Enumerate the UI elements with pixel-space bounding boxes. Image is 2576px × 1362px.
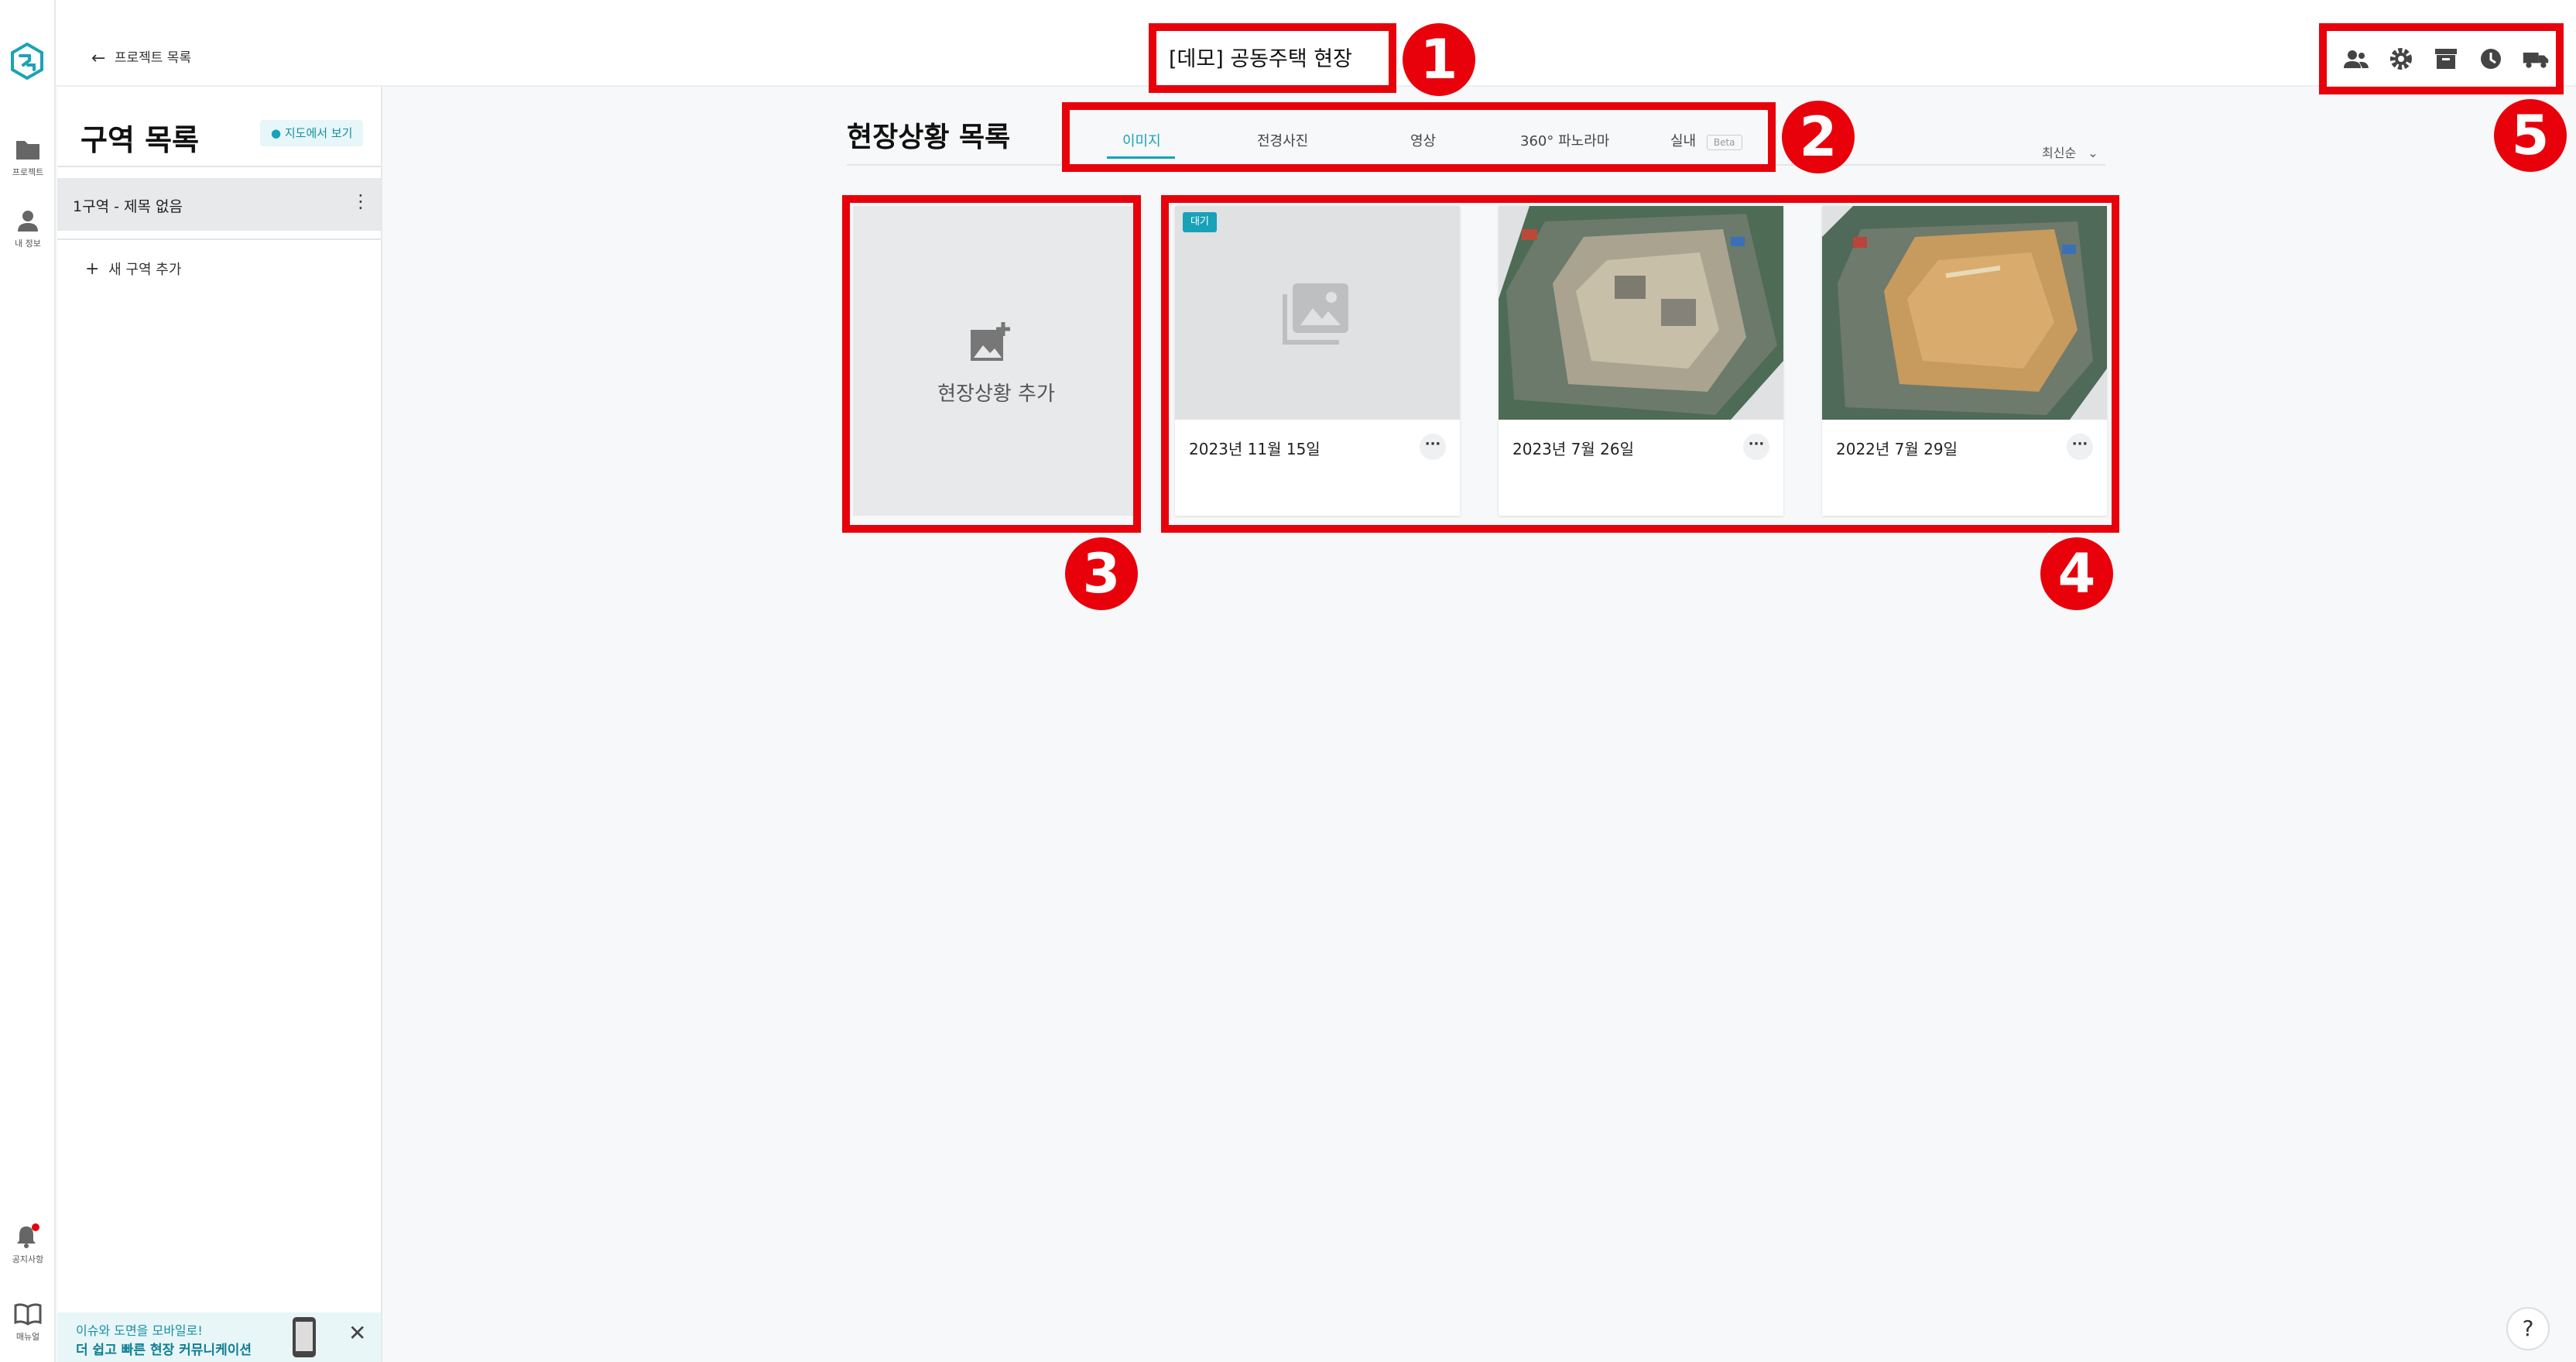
rail-item-notices[interactable]: 공지사항 — [0, 1223, 56, 1265]
zone-sidebar: 구역 목록 ● 지도에서 보기 1구역 - 제목 없음 ⋮ + 새 구역 추가 … — [57, 87, 382, 1362]
folder-icon — [16, 141, 39, 160]
annotation-number-3: 3 — [1065, 537, 1138, 610]
chevron-down-icon: ⌄ — [2088, 146, 2098, 160]
back-to-projects-link[interactable]: ← 프로젝트 목록 — [91, 46, 192, 68]
more-vert-icon[interactable]: ⋮ — [351, 190, 370, 212]
rail-label: 내 정보 — [15, 238, 41, 249]
annotation-box-4 — [1161, 195, 2119, 533]
view-on-map-label: 지도에서 보기 — [284, 126, 353, 140]
arrow-left-icon: ← — [91, 49, 106, 68]
view-on-map-button[interactable]: ● 지도에서 보기 — [260, 120, 364, 146]
promo-line1: 이슈와 도면을 모바일로! — [76, 1323, 203, 1338]
zone-list-item[interactable]: 1구역 - 제목 없음 ⋮ — [57, 178, 381, 231]
sidebar-title: 구역 목록 — [80, 123, 200, 157]
annotation-number-2: 2 — [1782, 101, 1855, 173]
add-zone-button[interactable]: + 새 구역 추가 — [85, 259, 181, 279]
annotation-box-1 — [1149, 23, 1396, 93]
annotation-number-5: 5 — [2494, 99, 2567, 172]
annotation-box-3 — [842, 195, 1141, 533]
annotation-number-1: 1 — [1403, 23, 1475, 96]
back-label: 프로젝트 목록 — [114, 50, 192, 66]
rail-label: 프로젝트 — [12, 167, 44, 177]
sort-dropdown[interactable]: 최신순 ⌄ — [2042, 142, 2098, 161]
plus-icon: + — [85, 259, 100, 279]
left-rail: 프로젝트 내 정보 공지사항 매뉴얼 — [0, 0, 56, 1362]
annotation-box-5 — [2319, 23, 2564, 94]
add-zone-label: 새 구역 추가 — [108, 262, 182, 278]
annotation-number-4: 4 — [2040, 537, 2113, 610]
rail-item-my-info[interactable]: 내 정보 — [0, 209, 56, 249]
zone-label: 1구역 - 제목 없음 — [73, 198, 183, 215]
close-icon[interactable]: ✕ — [348, 1320, 366, 1346]
annotation-box-2 — [1062, 102, 1776, 172]
divider — [57, 166, 381, 167]
promo-line2: 더 쉽고 빠른 현장 커뮤니케이션 — [76, 1343, 252, 1358]
person-icon — [18, 211, 38, 232]
sort-label: 최신순 — [2042, 146, 2077, 160]
bell-icon — [17, 1223, 39, 1248]
page-title: 현장상황 목록 — [847, 122, 1011, 153]
phone-illustration-icon — [293, 1317, 316, 1357]
rail-item-projects[interactable]: 프로젝트 — [0, 138, 56, 178]
divider — [57, 238, 381, 240]
book-icon — [14, 1303, 42, 1326]
rail-label: 공지사항 — [12, 1254, 44, 1264]
help-button[interactable]: ? — [2506, 1307, 2550, 1350]
app-logo-icon[interactable] — [9, 42, 45, 81]
mobile-promo-banner[interactable]: 이슈와 도면을 모바일로! 더 쉽고 빠른 현장 커뮤니케이션 ✕ — [57, 1312, 381, 1362]
rail-label: 매뉴얼 — [15, 1332, 40, 1342]
rail-item-manual[interactable]: 매뉴얼 — [0, 1302, 56, 1343]
map-pin-icon: ● — [271, 126, 282, 140]
